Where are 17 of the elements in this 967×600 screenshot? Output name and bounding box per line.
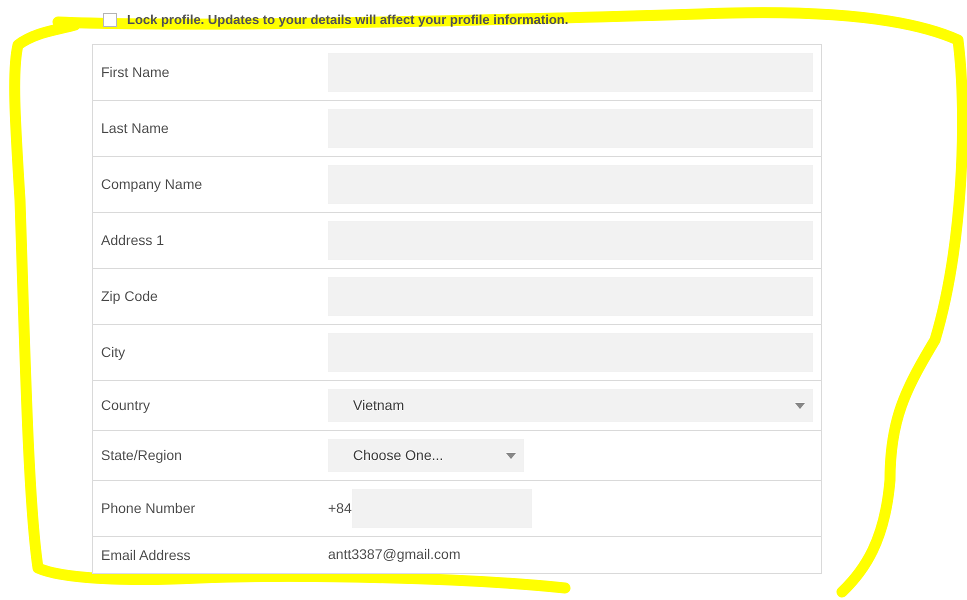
field-label: Last Name — [100, 119, 170, 138]
field-label: Address 1 — [100, 231, 166, 250]
lock-profile-checkbox[interactable] — [103, 13, 117, 27]
phone-prefix: +84 — [328, 499, 352, 518]
field-label: Country — [100, 396, 152, 415]
field-label: City — [100, 343, 126, 362]
field-label: First Name — [100, 63, 170, 82]
select-field[interactable]: Vietnam — [328, 389, 813, 422]
field-label: Company Name — [100, 175, 204, 194]
field-label: State/Region — [100, 446, 183, 465]
caret-icon — [795, 402, 805, 408]
caret-icon — [506, 452, 516, 458]
field-label: Zip Code — [100, 287, 159, 306]
field-label: Phone Number — [100, 499, 196, 518]
email-value: antt3387@gmail.com — [328, 546, 461, 562]
field-label: Email Address — [100, 546, 192, 564]
select-field[interactable]: Choose One... — [328, 439, 524, 472]
